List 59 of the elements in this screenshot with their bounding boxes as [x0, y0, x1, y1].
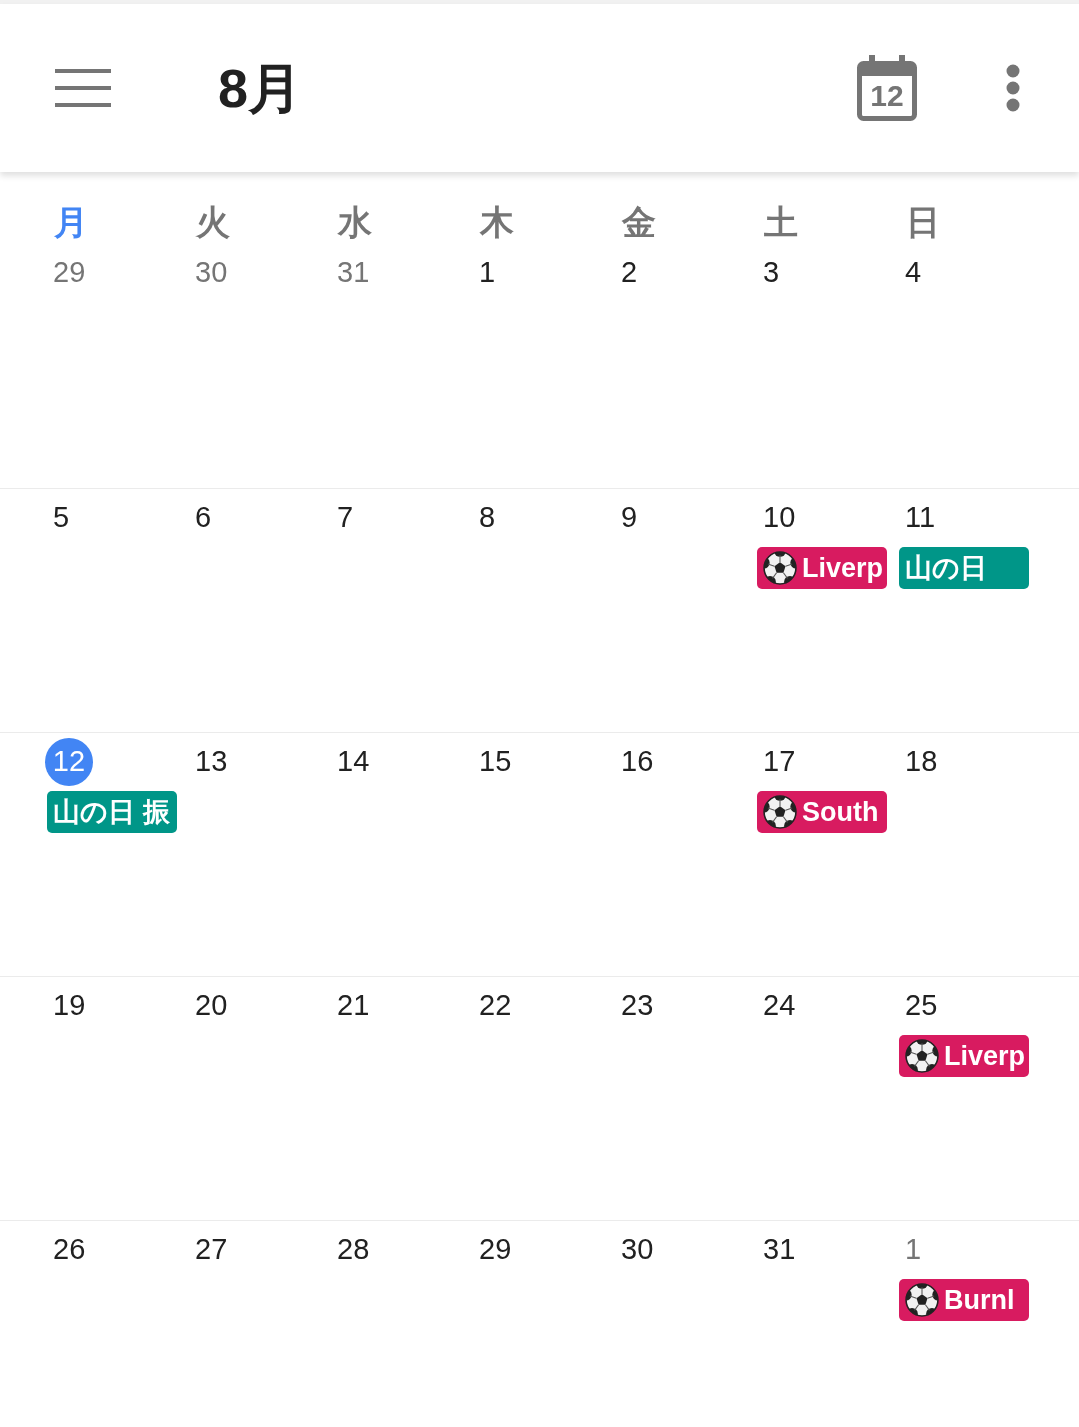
day-number: 30 [194, 255, 229, 291]
soccer-ball-icon [905, 1283, 939, 1317]
menu-icon [55, 69, 111, 107]
weekday-label: 土 [764, 203, 798, 241]
day-number: 12 [45, 738, 93, 786]
day-number: 27 [194, 1232, 229, 1268]
weekday-label: 水 [338, 203, 372, 241]
day-number: 8 [478, 500, 497, 536]
event-chip[interactable]: Liverp [899, 1035, 1029, 1077]
day-number: 20 [194, 988, 229, 1024]
day-number: 17 [762, 744, 797, 780]
day-number: 29 [478, 1232, 513, 1268]
day-number: 25 [904, 988, 939, 1024]
day-number: 22 [478, 988, 513, 1024]
more-options-button[interactable] [1006, 64, 1020, 112]
day-number: 5 [52, 500, 71, 536]
day-number: 28 [336, 1232, 371, 1268]
weekday-label: 木 [480, 203, 514, 241]
weekday-label: 日 [906, 203, 940, 241]
event-chip[interactable]: South [757, 791, 887, 833]
soccer-ball-icon [763, 795, 797, 829]
day-number: 16 [620, 744, 655, 780]
day-number: 6 [194, 500, 213, 536]
event-chip[interactable]: 山の日 [899, 547, 1029, 589]
day-number: 18 [904, 744, 939, 780]
day-number: 3 [762, 255, 781, 291]
day-number: 23 [620, 988, 655, 1024]
weekday-label: 月 [54, 203, 88, 241]
menu-button[interactable] [55, 69, 111, 107]
day-number: 9 [620, 500, 639, 536]
event-chip[interactable]: Burnl [899, 1279, 1029, 1321]
soccer-ball-icon [763, 551, 797, 585]
event-chip[interactable]: Liverp [757, 547, 887, 589]
day-number: 31 [762, 1232, 797, 1268]
day-number: 1 [904, 1232, 923, 1268]
day-number: 10 [762, 500, 797, 536]
day-number: 11 [904, 500, 937, 536]
more-options-icon [1006, 64, 1020, 112]
event-chip[interactable]: 山の日 振 [47, 791, 177, 833]
calendar-icon [857, 55, 917, 121]
day-number: 29 [52, 255, 87, 291]
day-number: 13 [194, 744, 229, 780]
day-number: 26 [52, 1232, 87, 1268]
weekday-label: 火 [196, 203, 230, 241]
day-number: 1 [478, 255, 497, 291]
month-title: 8月 [218, 57, 303, 120]
day-number: 7 [336, 500, 355, 536]
day-number: 21 [336, 988, 371, 1024]
day-number: 14 [336, 744, 371, 780]
day-number: 30 [620, 1232, 655, 1268]
day-number: 31 [336, 255, 371, 291]
soccer-ball-icon [905, 1039, 939, 1073]
weekday-label: 金 [622, 203, 656, 241]
day-number: 4 [904, 255, 923, 291]
day-number: 19 [52, 988, 87, 1024]
day-number: 15 [478, 744, 513, 780]
today-button[interactable]: 12 [857, 55, 917, 121]
day-number: 2 [620, 255, 639, 291]
day-number: 24 [762, 988, 797, 1024]
